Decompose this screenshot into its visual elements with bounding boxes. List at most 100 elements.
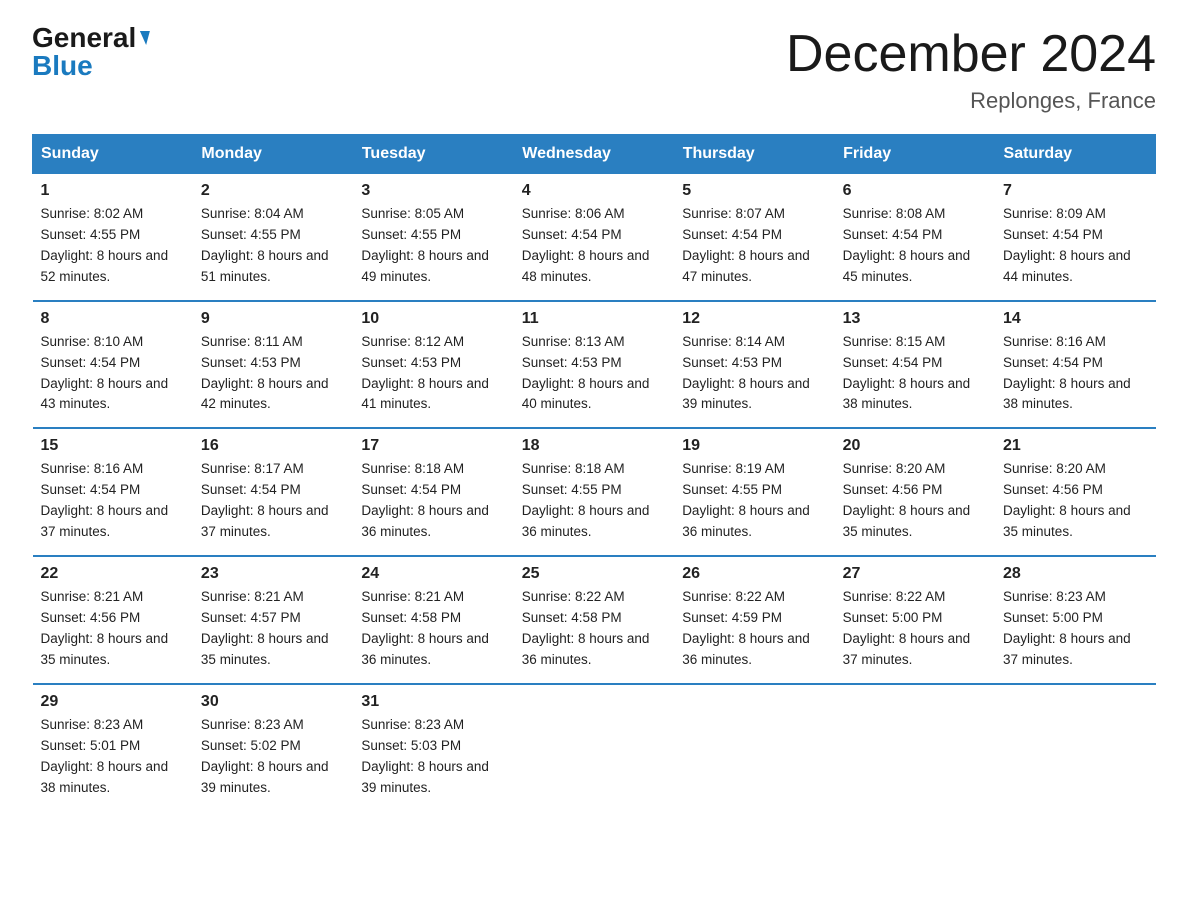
day-info: Sunrise: 8:04 AMSunset: 4:55 PMDaylight:… — [201, 204, 345, 288]
day-number: 11 — [522, 310, 666, 328]
day-number: 27 — [843, 565, 987, 583]
day-info: Sunrise: 8:17 AMSunset: 4:54 PMDaylight:… — [201, 459, 345, 543]
day-info: Sunrise: 8:16 AMSunset: 4:54 PMDaylight:… — [1003, 332, 1147, 416]
calendar-cell: 2 Sunrise: 8:04 AMSunset: 4:55 PMDayligh… — [193, 174, 353, 301]
calendar-cell: 26 Sunrise: 8:22 AMSunset: 4:59 PMDaylig… — [674, 556, 834, 684]
day-number: 22 — [41, 565, 185, 583]
day-number: 9 — [201, 310, 345, 328]
calendar-cell: 17 Sunrise: 8:18 AMSunset: 4:54 PMDaylig… — [353, 428, 513, 556]
calendar-cell: 13 Sunrise: 8:15 AMSunset: 4:54 PMDaylig… — [835, 301, 995, 429]
calendar-cell: 27 Sunrise: 8:22 AMSunset: 5:00 PMDaylig… — [835, 556, 995, 684]
calendar-week-row: 22 Sunrise: 8:21 AMSunset: 4:56 PMDaylig… — [33, 556, 1156, 684]
calendar-cell: 15 Sunrise: 8:16 AMSunset: 4:54 PMDaylig… — [33, 428, 193, 556]
calendar-cell: 19 Sunrise: 8:19 AMSunset: 4:55 PMDaylig… — [674, 428, 834, 556]
day-number: 31 — [361, 693, 505, 711]
day-info: Sunrise: 8:20 AMSunset: 4:56 PMDaylight:… — [1003, 459, 1147, 543]
logo-general-text: General — [32, 24, 136, 52]
calendar-cell — [995, 684, 1155, 811]
calendar-cell: 4 Sunrise: 8:06 AMSunset: 4:54 PMDayligh… — [514, 174, 674, 301]
day-info: Sunrise: 8:05 AMSunset: 4:55 PMDaylight:… — [361, 204, 505, 288]
calendar-cell: 3 Sunrise: 8:05 AMSunset: 4:55 PMDayligh… — [353, 174, 513, 301]
page-header: General Blue December 2024 Replonges, Fr… — [32, 24, 1156, 114]
day-info: Sunrise: 8:23 AMSunset: 5:02 PMDaylight:… — [201, 715, 345, 799]
calendar-cell: 8 Sunrise: 8:10 AMSunset: 4:54 PMDayligh… — [33, 301, 193, 429]
weekday-header-thursday: Thursday — [674, 135, 834, 174]
calendar-cell — [514, 684, 674, 811]
day-number: 14 — [1003, 310, 1147, 328]
day-number: 26 — [682, 565, 826, 583]
day-number: 1 — [41, 182, 185, 200]
logo: General Blue — [32, 24, 148, 80]
day-info: Sunrise: 8:14 AMSunset: 4:53 PMDaylight:… — [682, 332, 826, 416]
day-number: 12 — [682, 310, 826, 328]
calendar-cell: 5 Sunrise: 8:07 AMSunset: 4:54 PMDayligh… — [674, 174, 834, 301]
calendar-cell: 9 Sunrise: 8:11 AMSunset: 4:53 PMDayligh… — [193, 301, 353, 429]
calendar-week-row: 15 Sunrise: 8:16 AMSunset: 4:54 PMDaylig… — [33, 428, 1156, 556]
calendar-cell: 22 Sunrise: 8:21 AMSunset: 4:56 PMDaylig… — [33, 556, 193, 684]
day-info: Sunrise: 8:15 AMSunset: 4:54 PMDaylight:… — [843, 332, 987, 416]
day-number: 15 — [41, 437, 185, 455]
calendar-cell: 29 Sunrise: 8:23 AMSunset: 5:01 PMDaylig… — [33, 684, 193, 811]
weekday-header-row: SundayMondayTuesdayWednesdayThursdayFrid… — [33, 135, 1156, 174]
calendar-cell: 21 Sunrise: 8:20 AMSunset: 4:56 PMDaylig… — [995, 428, 1155, 556]
calendar-cell: 25 Sunrise: 8:22 AMSunset: 4:58 PMDaylig… — [514, 556, 674, 684]
day-info: Sunrise: 8:11 AMSunset: 4:53 PMDaylight:… — [201, 332, 345, 416]
day-info: Sunrise: 8:21 AMSunset: 4:57 PMDaylight:… — [201, 587, 345, 671]
weekday-header-sunday: Sunday — [33, 135, 193, 174]
weekday-header-monday: Monday — [193, 135, 353, 174]
day-info: Sunrise: 8:22 AMSunset: 5:00 PMDaylight:… — [843, 587, 987, 671]
day-number: 20 — [843, 437, 987, 455]
day-number: 25 — [522, 565, 666, 583]
calendar-cell: 14 Sunrise: 8:16 AMSunset: 4:54 PMDaylig… — [995, 301, 1155, 429]
day-number: 4 — [522, 182, 666, 200]
calendar-cell: 18 Sunrise: 8:18 AMSunset: 4:55 PMDaylig… — [514, 428, 674, 556]
day-number: 6 — [843, 182, 987, 200]
title-section: December 2024 Replonges, France — [786, 24, 1156, 114]
day-number: 24 — [361, 565, 505, 583]
calendar-cell: 1 Sunrise: 8:02 AMSunset: 4:55 PMDayligh… — [33, 174, 193, 301]
calendar-cell: 7 Sunrise: 8:09 AMSunset: 4:54 PMDayligh… — [995, 174, 1155, 301]
calendar-cell: 28 Sunrise: 8:23 AMSunset: 5:00 PMDaylig… — [995, 556, 1155, 684]
calendar-week-row: 29 Sunrise: 8:23 AMSunset: 5:01 PMDaylig… — [33, 684, 1156, 811]
day-number: 29 — [41, 693, 185, 711]
calendar-week-row: 8 Sunrise: 8:10 AMSunset: 4:54 PMDayligh… — [33, 301, 1156, 429]
day-info: Sunrise: 8:18 AMSunset: 4:54 PMDaylight:… — [361, 459, 505, 543]
day-number: 5 — [682, 182, 826, 200]
day-info: Sunrise: 8:23 AMSunset: 5:01 PMDaylight:… — [41, 715, 185, 799]
weekday-header-tuesday: Tuesday — [353, 135, 513, 174]
day-info: Sunrise: 8:10 AMSunset: 4:54 PMDaylight:… — [41, 332, 185, 416]
day-info: Sunrise: 8:19 AMSunset: 4:55 PMDaylight:… — [682, 459, 826, 543]
day-info: Sunrise: 8:16 AMSunset: 4:54 PMDaylight:… — [41, 459, 185, 543]
calendar-week-row: 1 Sunrise: 8:02 AMSunset: 4:55 PMDayligh… — [33, 174, 1156, 301]
day-number: 18 — [522, 437, 666, 455]
calendar-cell: 31 Sunrise: 8:23 AMSunset: 5:03 PMDaylig… — [353, 684, 513, 811]
day-info: Sunrise: 8:07 AMSunset: 4:54 PMDaylight:… — [682, 204, 826, 288]
day-info: Sunrise: 8:02 AMSunset: 4:55 PMDaylight:… — [41, 204, 185, 288]
day-info: Sunrise: 8:22 AMSunset: 4:59 PMDaylight:… — [682, 587, 826, 671]
calendar-cell: 6 Sunrise: 8:08 AMSunset: 4:54 PMDayligh… — [835, 174, 995, 301]
calendar-cell: 23 Sunrise: 8:21 AMSunset: 4:57 PMDaylig… — [193, 556, 353, 684]
calendar-cell: 24 Sunrise: 8:21 AMSunset: 4:58 PMDaylig… — [353, 556, 513, 684]
day-info: Sunrise: 8:12 AMSunset: 4:53 PMDaylight:… — [361, 332, 505, 416]
month-title: December 2024 — [786, 24, 1156, 84]
day-info: Sunrise: 8:06 AMSunset: 4:54 PMDaylight:… — [522, 204, 666, 288]
day-info: Sunrise: 8:13 AMSunset: 4:53 PMDaylight:… — [522, 332, 666, 416]
day-number: 30 — [201, 693, 345, 711]
weekday-header-saturday: Saturday — [995, 135, 1155, 174]
day-info: Sunrise: 8:22 AMSunset: 4:58 PMDaylight:… — [522, 587, 666, 671]
calendar-cell: 20 Sunrise: 8:20 AMSunset: 4:56 PMDaylig… — [835, 428, 995, 556]
day-number: 7 — [1003, 182, 1147, 200]
day-number: 2 — [201, 182, 345, 200]
calendar-cell: 16 Sunrise: 8:17 AMSunset: 4:54 PMDaylig… — [193, 428, 353, 556]
day-info: Sunrise: 8:18 AMSunset: 4:55 PMDaylight:… — [522, 459, 666, 543]
calendar-cell: 11 Sunrise: 8:13 AMSunset: 4:53 PMDaylig… — [514, 301, 674, 429]
day-info: Sunrise: 8:21 AMSunset: 4:56 PMDaylight:… — [41, 587, 185, 671]
calendar-cell — [835, 684, 995, 811]
weekday-header-wednesday: Wednesday — [514, 135, 674, 174]
calendar-table: SundayMondayTuesdayWednesdayThursdayFrid… — [32, 134, 1156, 810]
day-info: Sunrise: 8:20 AMSunset: 4:56 PMDaylight:… — [843, 459, 987, 543]
day-number: 21 — [1003, 437, 1147, 455]
day-info: Sunrise: 8:08 AMSunset: 4:54 PMDaylight:… — [843, 204, 987, 288]
day-number: 19 — [682, 437, 826, 455]
calendar-cell: 10 Sunrise: 8:12 AMSunset: 4:53 PMDaylig… — [353, 301, 513, 429]
